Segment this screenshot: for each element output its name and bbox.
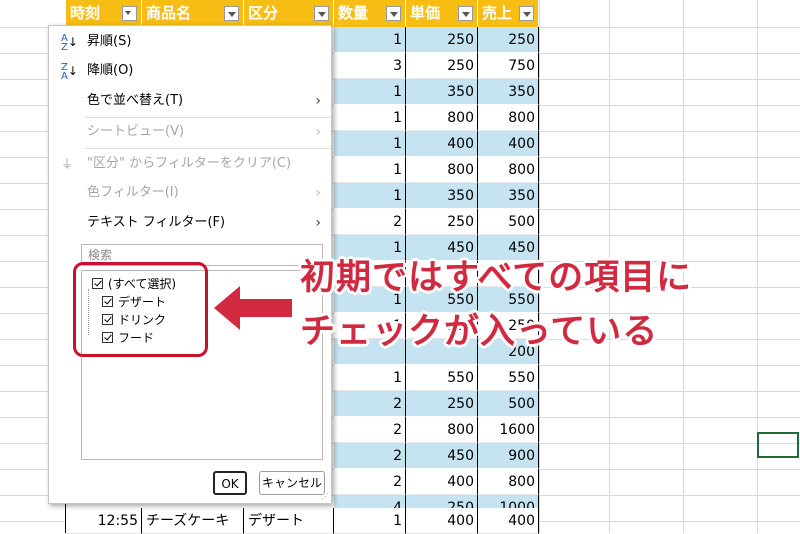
cell-time[interactable]: 12:55 [66, 508, 142, 534]
cell-unit-price[interactable]: 400 [406, 131, 478, 157]
sort-ascending-item[interactable]: A Z↓ 昇順(S) [49, 28, 331, 56]
cell-sales[interactable]: 250 [478, 27, 539, 53]
cancel-button[interactable]: キャンセル [259, 471, 325, 495]
header-sales[interactable]: 売上 [478, 0, 539, 27]
chevron-right-icon: › [315, 93, 321, 109]
selected-cell[interactable] [757, 432, 799, 458]
cell-category[interactable]: デザート [244, 508, 334, 534]
clear-filter-icon: ⏚ [61, 157, 74, 171]
cell-quantity[interactable]: 1 [334, 365, 406, 391]
menu-label: シートビュー(V) [87, 124, 185, 139]
cell-unit-price[interactable]: 550 [406, 365, 478, 391]
red-arrow-icon [214, 286, 292, 330]
cell-sales[interactable]: 500 [478, 209, 539, 235]
cell-product[interactable]: チーズケーキ [142, 508, 244, 534]
clear-filter-item: ⏚ "区分" からフィルターをクリア(C) [49, 150, 331, 178]
cell-sales[interactable]: 800 [478, 469, 539, 495]
cell-quantity[interactable]: 1 [334, 131, 406, 157]
cell-sales[interactable]: 400 [478, 508, 539, 534]
menu-label: 昇順(S) [87, 34, 132, 49]
sort-az-icon: A Z↓ [61, 32, 78, 53]
sheet-view-item: シートビュー(V) › [49, 118, 331, 146]
cell-sales[interactable]: 900 [478, 443, 539, 469]
cell-unit-price[interactable]: 400 [406, 469, 478, 495]
cell-quantity[interactable]: 2 [334, 443, 406, 469]
header-unit-price[interactable]: 単価 [406, 0, 478, 27]
resize-grip-icon[interactable]: ⋰ [321, 493, 329, 501]
header-quantity[interactable]: 数量 [334, 0, 406, 27]
cell-quantity[interactable]: 1 [334, 508, 406, 534]
filter-dropdown-icon[interactable] [314, 6, 329, 21]
annotation-line-1: 初期ではすべての項目に [300, 258, 693, 298]
header-category[interactable]: 区分 [244, 0, 334, 27]
cell-quantity[interactable]: 1 [334, 79, 406, 105]
cell-unit-price[interactable]: 800 [406, 157, 478, 183]
menu-label: 色で並べ替え(T) [87, 93, 184, 108]
table-row: 12:55 チーズケーキ デザート 1 400 400 [0, 508, 540, 534]
cell-quantity[interactable]: 1 [334, 183, 406, 209]
cell-sales[interactable]: 550 [478, 365, 539, 391]
cell-unit-price[interactable]: 250 [406, 391, 478, 417]
cell-unit-price[interactable]: 800 [406, 105, 478, 131]
cell-sales[interactable]: 350 [478, 183, 539, 209]
header-product[interactable]: 商品名 [142, 0, 244, 27]
chevron-right-icon: › [315, 215, 321, 231]
cell-unit-price[interactable]: 800 [406, 417, 478, 443]
sort-descending-item[interactable]: Z A↓ 降順(O) [49, 57, 331, 85]
cell-unit-price[interactable]: 250 [406, 27, 478, 53]
menu-separator [85, 148, 331, 149]
color-filter-item: 色フィルター(I) › [49, 179, 331, 207]
cell-unit-price[interactable]: 250 [406, 209, 478, 235]
sort-by-color-item[interactable]: 色で並べ替え(T) › [49, 87, 331, 115]
filter-dropdown-icon[interactable] [122, 6, 137, 21]
filter-dropdown-icon[interactable] [519, 6, 534, 21]
menu-label: 色フィルター(I) [87, 185, 179, 200]
menu-label: テキスト フィルター(F) [87, 215, 226, 230]
header-label: 区分 [248, 4, 279, 22]
cell-quantity[interactable]: 2 [334, 391, 406, 417]
header-label: 時刻 [70, 4, 101, 22]
cell-sales[interactable]: 500 [478, 391, 539, 417]
annotation-line-2: チェックが入っている [300, 312, 659, 352]
cell-quantity[interactable]: 2 [334, 209, 406, 235]
cell-sales[interactable]: 350 [478, 79, 539, 105]
cell-sales[interactable]: 400 [478, 131, 539, 157]
cell-sales[interactable]: 1600 [478, 417, 539, 443]
cell-unit-price[interactable]: 450 [406, 443, 478, 469]
chevron-right-icon: › [315, 124, 321, 140]
cell-unit-price[interactable]: 350 [406, 183, 478, 209]
header-label: 単価 [410, 4, 441, 22]
cell-quantity[interactable]: 2 [334, 417, 406, 443]
header-time[interactable]: 時刻 [66, 0, 142, 27]
cell-quantity[interactable]: 1 [334, 105, 406, 131]
cell-quantity[interactable]: 1 [334, 157, 406, 183]
cell-unit-price[interactable]: 350 [406, 79, 478, 105]
text-filter-item[interactable]: テキスト フィルター(F) › [49, 209, 331, 237]
cell-quantity[interactable]: 1 [334, 27, 406, 53]
header-label: 商品名 [146, 4, 192, 22]
cell-sales[interactable]: 800 [478, 157, 539, 183]
filter-dropdown-icon[interactable] [224, 6, 239, 21]
cell-quantity[interactable]: 2 [334, 469, 406, 495]
chevron-right-icon: › [315, 185, 321, 201]
ok-button[interactable]: OK [213, 471, 247, 495]
filter-dropdown-icon[interactable] [458, 6, 473, 21]
cell-unit-price[interactable]: 400 [406, 508, 478, 534]
cell-sales[interactable]: 800 [478, 105, 539, 131]
cell-unit-price[interactable]: 250 [406, 53, 478, 79]
cell-quantity[interactable]: 3 [334, 53, 406, 79]
sort-za-icon: Z A↓ [61, 61, 78, 82]
menu-label: 降順(O) [87, 63, 134, 78]
filter-dropdown-icon[interactable] [386, 6, 401, 21]
menu-label: "区分" からフィルターをクリア(C) [87, 156, 292, 171]
header-label: 数量 [338, 4, 369, 22]
cell-sales[interactable]: 750 [478, 53, 539, 79]
highlight-box [73, 262, 208, 357]
header-label: 売上 [482, 4, 513, 22]
